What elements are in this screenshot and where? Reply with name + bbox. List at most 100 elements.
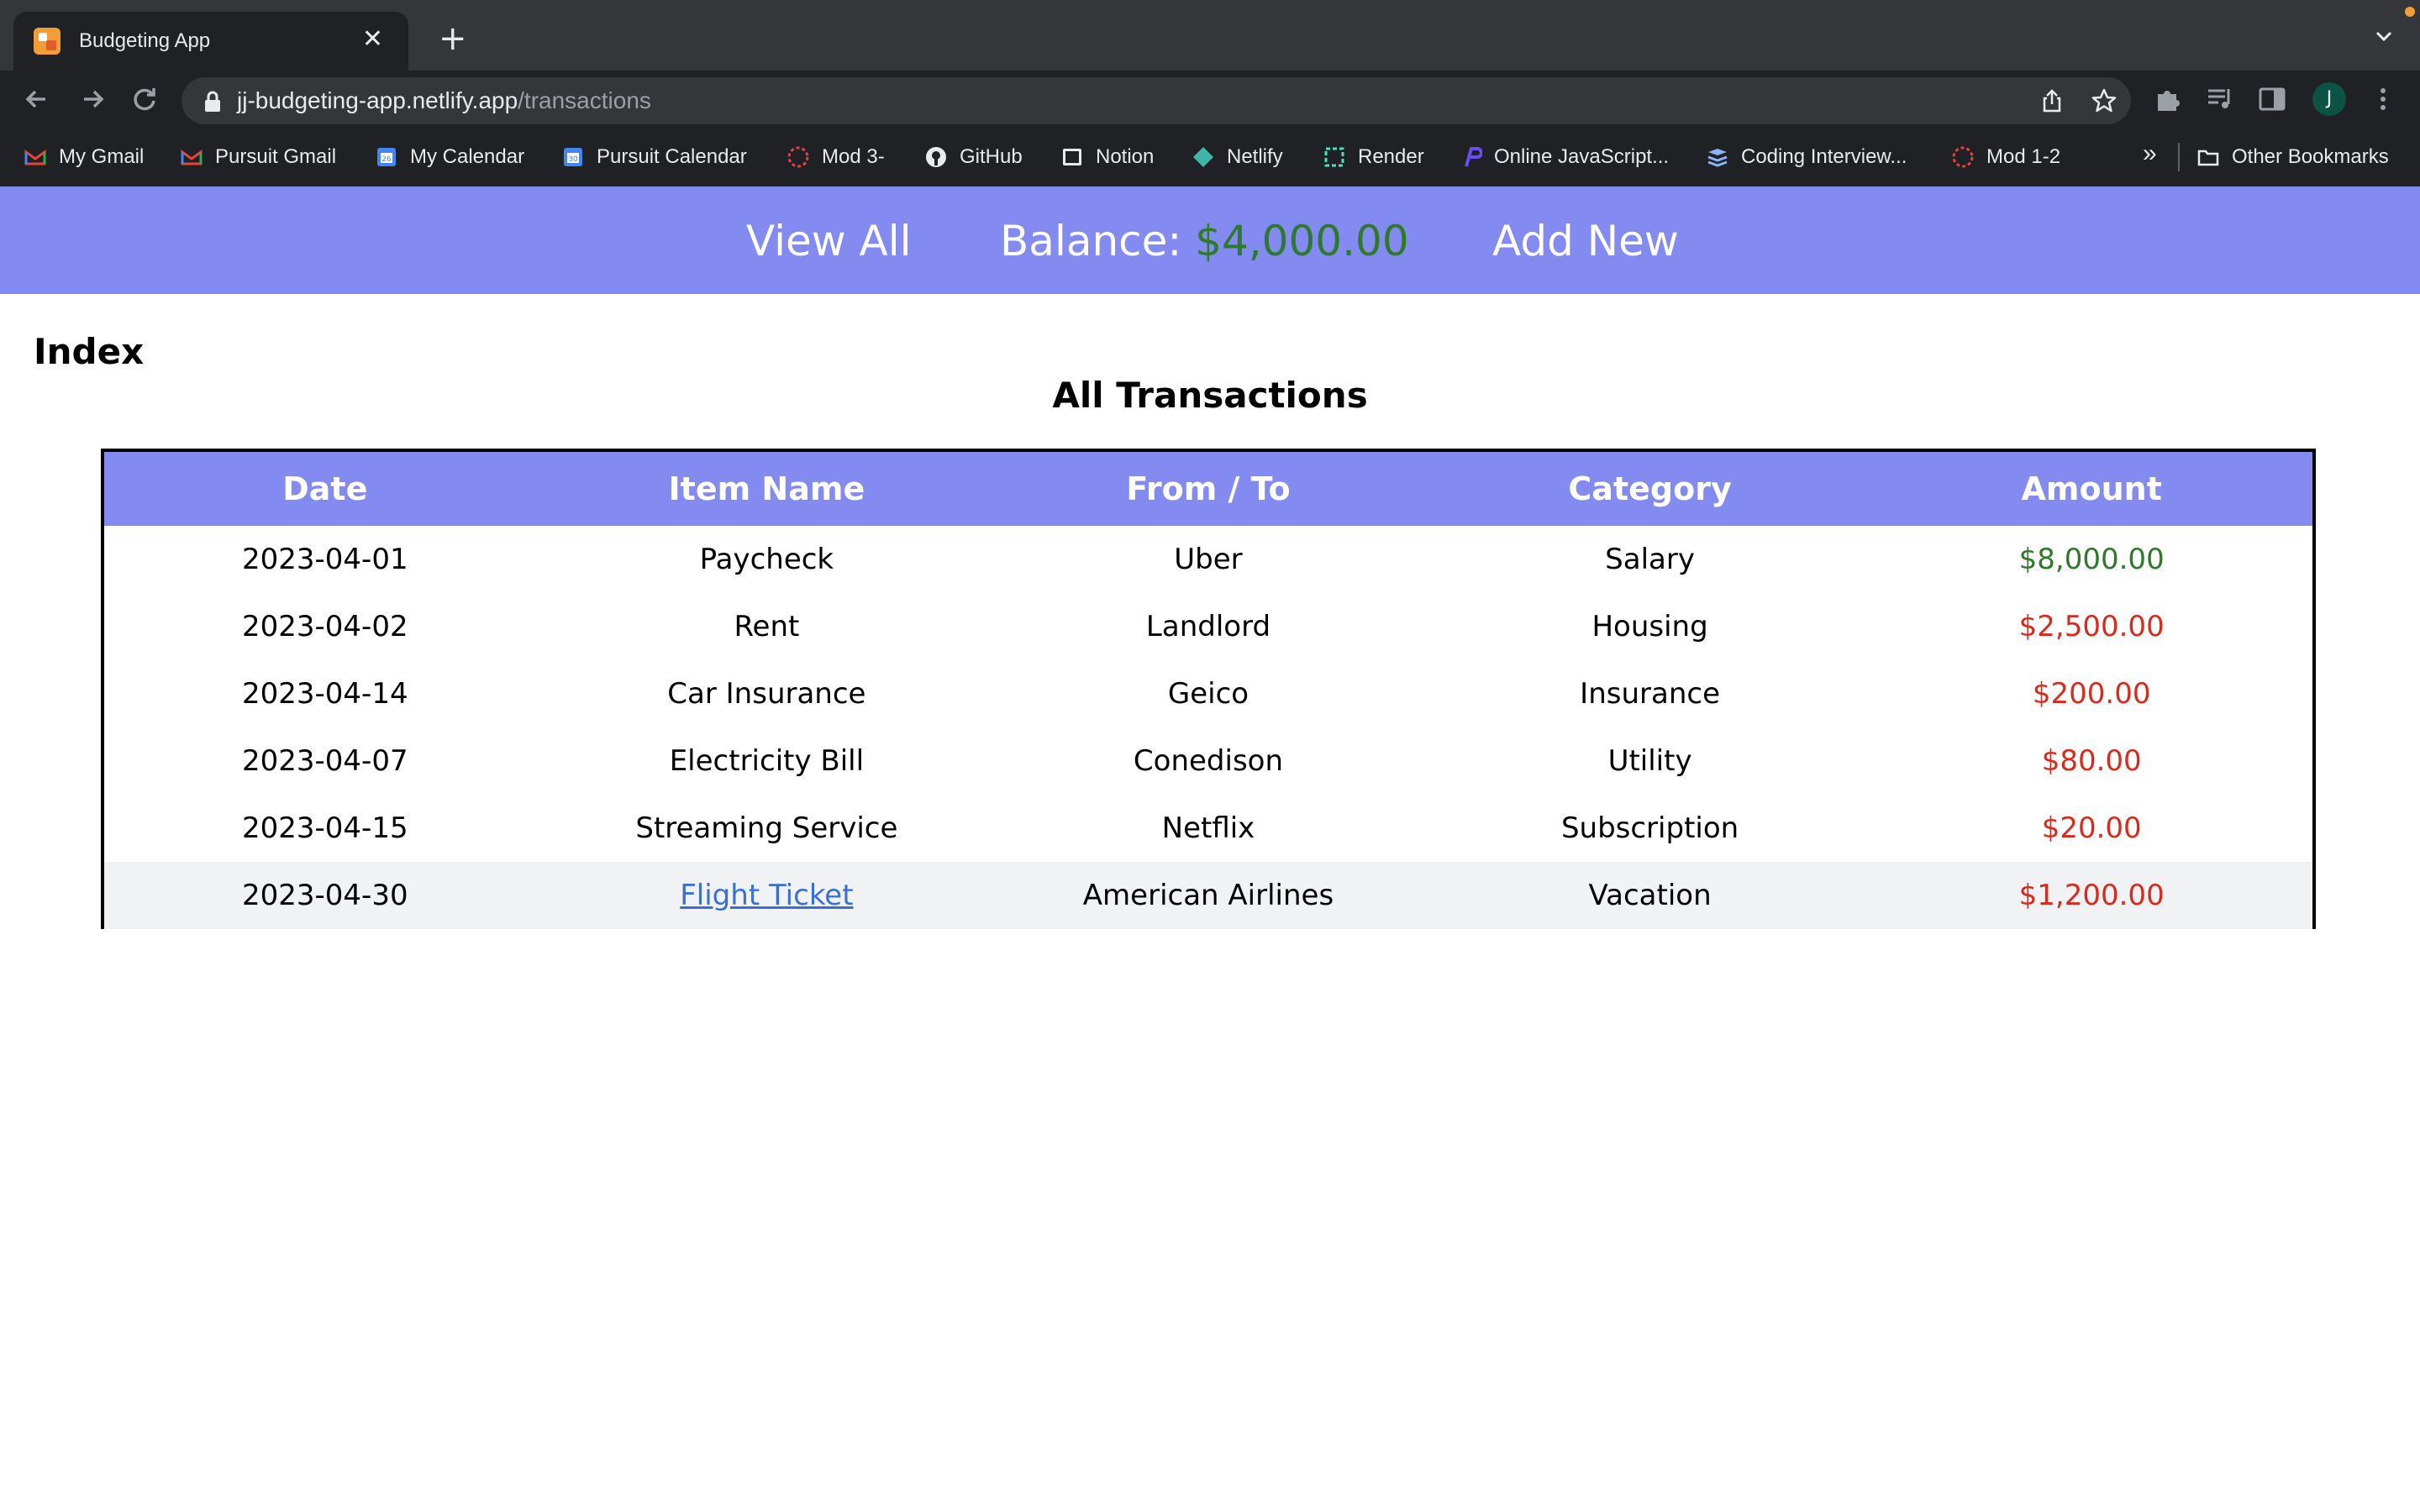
transaction-detail-link[interactable]: Flight Ticket bbox=[680, 879, 853, 912]
forward-arrow-icon[interactable] bbox=[76, 82, 109, 116]
lock-icon[interactable] bbox=[203, 91, 222, 113]
bookmark-label: Render bbox=[1358, 145, 1424, 168]
cell-amount: $20.00 bbox=[2041, 811, 2142, 845]
bookmark-label: Netlify bbox=[1227, 145, 1283, 168]
cell-item-name: Flight Ticket bbox=[546, 862, 988, 929]
url-text[interactable]: jj-budgeting-app.netlify.app/transaction… bbox=[237, 87, 651, 114]
cell-category: Subscription bbox=[1560, 811, 1739, 845]
add-new-link[interactable]: Add New bbox=[1492, 217, 1679, 265]
more-bookmarks-chevron-icon[interactable]: » bbox=[2143, 139, 2157, 168]
bookmark-mod-3[interactable]: Mod 3- bbox=[786, 143, 885, 171]
svg-text:30: 30 bbox=[568, 155, 578, 164]
bookmark-label: GitHub bbox=[960, 145, 1023, 168]
notion-icon bbox=[1063, 149, 1081, 165]
cell-category: Insurance bbox=[1580, 677, 1720, 711]
table-row[interactable]: 2023-04-07 Electricity Bill Conedison Ut… bbox=[104, 727, 2312, 795]
cell-from-to: Landlord bbox=[1145, 610, 1271, 643]
bookmarks-bar: My Gmail Pursuit Gmail 26 My Calendar 30… bbox=[0, 128, 2420, 188]
share-icon[interactable] bbox=[2039, 87, 2065, 114]
cell-category: Salary bbox=[1605, 543, 1695, 576]
svg-text:26: 26 bbox=[381, 155, 392, 164]
pursuit-icon bbox=[787, 146, 809, 168]
kebab-menu-icon[interactable] bbox=[2368, 84, 2398, 114]
update-dot-icon bbox=[2405, 7, 2415, 17]
browser-chrome: Budgeting App ✕ + jj-budgeting-app.netli… bbox=[0, 0, 2420, 188]
media-queue-icon[interactable] bbox=[2205, 84, 2235, 114]
view-all-link[interactable]: View All bbox=[746, 217, 912, 265]
bookmark-netlify[interactable]: Netlify bbox=[1192, 143, 1283, 171]
bookmark-render[interactable]: Render bbox=[1323, 143, 1424, 171]
table-header-row: Date Item Name From / To Category Amount bbox=[104, 452, 2312, 526]
table-row[interactable]: 2023-04-14 Car Insurance Geico Insurance… bbox=[104, 660, 2312, 727]
pursuit-icon bbox=[1952, 146, 1974, 168]
table-row[interactable]: 2023-04-02 Rent Landlord Housing $2,500.… bbox=[104, 593, 2312, 660]
render-icon bbox=[1324, 147, 1344, 167]
bookmark-star-icon[interactable] bbox=[2091, 87, 2118, 114]
cell-amount: $2,500.00 bbox=[2018, 610, 2165, 643]
cell-from-to: American Airlines bbox=[1082, 879, 1334, 912]
cell-date: 2023-04-01 bbox=[242, 543, 408, 576]
book-icon bbox=[1707, 149, 1728, 167]
netlify-icon bbox=[1193, 147, 1213, 167]
cell-amount: $80.00 bbox=[2041, 744, 2142, 778]
cell-date: 2023-04-14 bbox=[242, 677, 408, 711]
address-bar[interactable]: jj-budgeting-app.netlify.app/transaction… bbox=[182, 77, 2131, 124]
cell-amount: $1,200.00 bbox=[2018, 879, 2165, 912]
app-navbar: View All Balance: $4,000.00 Add New bbox=[0, 186, 2420, 294]
bookmark-notion[interactable]: Notion bbox=[1060, 143, 1154, 171]
gmail-icon bbox=[24, 150, 46, 165]
bookmark-label: Coding Interview... bbox=[1741, 145, 1907, 168]
gmail-icon bbox=[181, 150, 203, 165]
bookmarks-divider bbox=[2178, 143, 2180, 171]
folder-icon bbox=[2197, 150, 2219, 166]
table-row[interactable]: 2023-04-15 Streaming Service Netflix Sub… bbox=[104, 795, 2312, 862]
cell-date: 2023-04-02 bbox=[242, 610, 408, 643]
close-tab-icon[interactable]: ✕ bbox=[362, 27, 383, 52]
cell-item-name: Electricity Bill bbox=[669, 744, 865, 778]
extensions-puzzle-icon[interactable] bbox=[2153, 84, 2183, 114]
balance-display: Balance: $4,000.00 bbox=[1000, 217, 1409, 265]
bookmark-mod-1-2[interactable]: Mod 1-2 bbox=[1951, 143, 2060, 171]
cell-category: Vacation bbox=[1588, 879, 1712, 912]
tab-strip: Budgeting App ✕ + bbox=[0, 0, 2420, 71]
url-path: /transactions bbox=[518, 87, 651, 113]
url-host: jj-budgeting-app.netlify.app bbox=[237, 87, 518, 113]
bookmark-label: Pursuit Gmail bbox=[215, 145, 337, 168]
balance-value: $4,000.00 bbox=[1195, 217, 1409, 265]
bookmark-my-calendar[interactable]: 26 My Calendar bbox=[375, 143, 524, 171]
transactions-table-container: Date Item Name From / To Category Amount… bbox=[101, 449, 2316, 929]
bookmark-label: Mod 3- bbox=[822, 145, 885, 168]
bookmark-online-javascript[interactable]: Online JavaScript... bbox=[1459, 143, 1669, 171]
back-arrow-icon[interactable] bbox=[20, 82, 54, 116]
balance-label: Balance: bbox=[1000, 217, 1196, 265]
side-panel-icon[interactable] bbox=[2257, 84, 2287, 114]
cell-date: 2023-04-07 bbox=[242, 744, 408, 778]
cell-item-name: Streaming Service bbox=[635, 811, 898, 845]
other-bookmarks-folder[interactable]: Other Bookmarks bbox=[2196, 143, 2389, 171]
bookmark-github[interactable]: GitHub bbox=[924, 143, 1023, 171]
new-tab-icon[interactable]: + bbox=[439, 22, 467, 55]
cell-amount: $200.00 bbox=[2032, 677, 2151, 711]
bookmark-pursuit-calendar[interactable]: 30 Pursuit Calendar bbox=[561, 143, 747, 171]
bookmark-label: Pursuit Calendar bbox=[597, 145, 747, 168]
bookmark-pursuit-gmail[interactable]: Pursuit Gmail bbox=[180, 143, 336, 171]
bookmark-my-gmail[interactable]: My Gmail bbox=[24, 143, 144, 171]
cell-category: Utility bbox=[1607, 744, 1692, 778]
cell-amount: $8,000.00 bbox=[2018, 543, 2165, 576]
bookmark-coding-interview[interactable]: Coding Interview... bbox=[1706, 143, 1907, 171]
browser-tab[interactable]: Budgeting App ✕ bbox=[13, 12, 408, 71]
column-header-from-to: From / To bbox=[1126, 470, 1291, 507]
table-row[interactable]: 2023-04-01 Paycheck Uber Salary $8,000.0… bbox=[104, 526, 2312, 593]
js-icon bbox=[1465, 147, 1482, 167]
cell-from-to: Netflix bbox=[1161, 811, 1255, 845]
transactions-table: Date Item Name From / To Category Amount… bbox=[104, 452, 2312, 929]
reload-icon[interactable] bbox=[128, 82, 161, 116]
table-row-hovered[interactable]: 2023-04-30 Flight Ticket American Airlin… bbox=[104, 862, 2312, 929]
tab-search-chevron-icon[interactable] bbox=[2373, 25, 2395, 47]
column-header-date: Date bbox=[282, 470, 368, 507]
profile-avatar[interactable]: J bbox=[2312, 82, 2346, 116]
other-bookmarks-label: Other Bookmarks bbox=[2232, 145, 2389, 168]
bookmark-label: My Calendar bbox=[410, 145, 525, 168]
column-header-amount: Amount bbox=[2021, 470, 2162, 507]
column-header-item-name: Item Name bbox=[668, 470, 865, 507]
